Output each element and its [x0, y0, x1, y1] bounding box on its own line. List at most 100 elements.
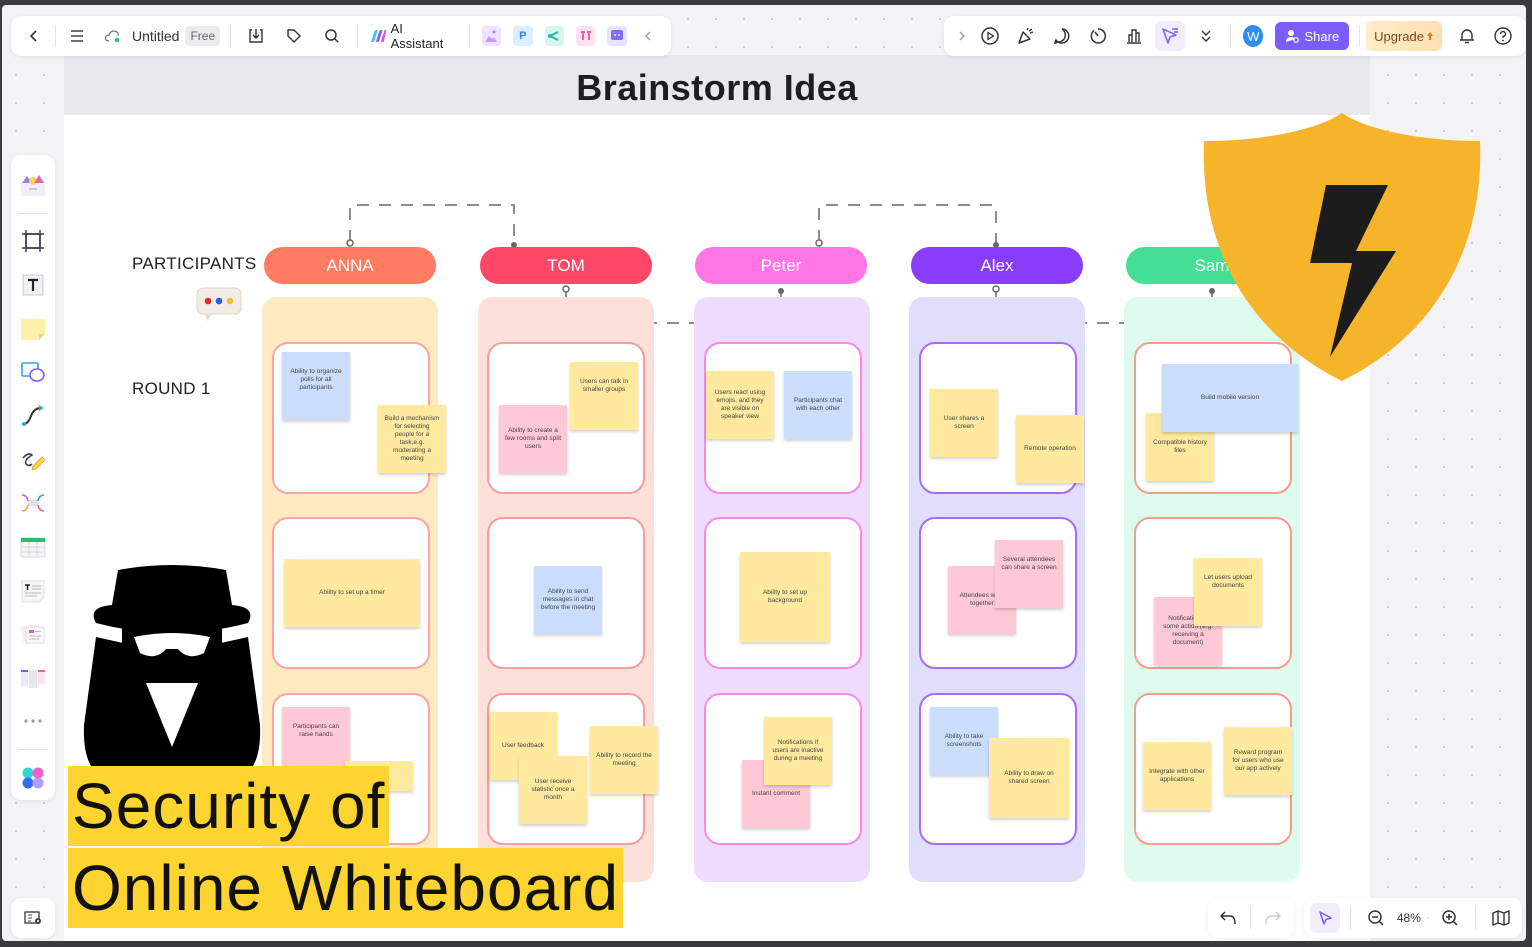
zoom-level-dropdown[interactable]: 48% — [1395, 903, 1431, 933]
image-icon — [485, 30, 498, 42]
history-controls — [1208, 898, 1294, 938]
ai-assistant-button[interactable]: AI Assistant — [364, 21, 463, 51]
undo-icon — [1220, 911, 1236, 925]
upgrade-button[interactable]: Upgrade — [1366, 21, 1442, 51]
participant-pill-anna[interactable]: ANNA — [264, 247, 436, 284]
sticky-note[interactable]: Ability to set up a timer — [284, 559, 420, 627]
notifications-button[interactable] — [1452, 21, 1482, 51]
sticky-note[interactable]: Users react using emojis, and they are v… — [706, 371, 774, 439]
frame-icon — [22, 230, 44, 253]
divider — [468, 25, 470, 47]
image-gen-app-button[interactable] — [481, 26, 502, 46]
mindmap-icon — [548, 31, 559, 41]
participant-pill-peter[interactable]: Peter — [695, 247, 867, 284]
expand-toolbar-button[interactable] — [952, 21, 972, 51]
sticky-note[interactable]: Notifications if users are inactive duri… — [764, 717, 832, 785]
participant-name: ANNA — [326, 255, 374, 275]
shapes-tool[interactable] — [16, 356, 50, 390]
sticky-note[interactable]: Ability to set up background — [740, 552, 830, 642]
board-info-button[interactable] — [11, 898, 55, 938]
search-button[interactable] — [317, 21, 347, 51]
sticky-note[interactable]: Remote operation — [1016, 415, 1084, 483]
sticky-note[interactable]: Ability to send messages in chat before … — [534, 566, 602, 634]
divider — [1475, 907, 1476, 929]
table-tool[interactable] — [16, 530, 50, 564]
kanban-tool[interactable] — [16, 661, 50, 695]
pen-tool[interactable] — [16, 443, 50, 477]
templates-tool[interactable] — [16, 168, 50, 202]
presentation-icon: P — [519, 30, 527, 42]
more-tools-button[interactable] — [1191, 21, 1221, 51]
sticky-note[interactable]: Let users upload documents — [1194, 558, 1262, 626]
sticky-note[interactable]: Participants can raise hands — [282, 707, 350, 775]
text-tool[interactable] — [16, 268, 50, 302]
mindmap-app-button[interactable] — [544, 26, 565, 46]
zoom-in-button[interactable] — [1435, 903, 1465, 933]
undo-button[interactable] — [1214, 903, 1244, 933]
participant-pill-tom[interactable]: TOM — [480, 247, 652, 284]
map-icon — [1492, 910, 1510, 926]
apps-tool[interactable] — [16, 761, 50, 795]
zoom-out-button[interactable] — [1361, 903, 1391, 933]
sticky-note[interactable]: Build a mechanism for selecting people f… — [378, 405, 446, 473]
participant-name: Alex — [980, 255, 1014, 275]
minimap-button[interactable] — [1486, 903, 1516, 933]
help-button[interactable] — [1488, 21, 1518, 51]
main-menu-button[interactable] — [62, 21, 92, 51]
divider — [1250, 907, 1251, 929]
arrow-up-icon — [1427, 32, 1433, 40]
connector-line-icon — [22, 405, 44, 426]
collapse-toolbar-button[interactable] — [633, 21, 663, 51]
flowchart-icon — [580, 31, 591, 40]
more-tools[interactable] — [16, 705, 50, 739]
table-icon — [20, 537, 46, 558]
timer-button[interactable] — [1083, 21, 1113, 51]
select-tool-button[interactable] — [1310, 903, 1340, 933]
mind-map-icon — [21, 494, 45, 513]
search-icon — [325, 29, 339, 43]
sticky-note[interactable]: Integrate with other applications — [1143, 742, 1211, 810]
tag-button[interactable] — [279, 21, 309, 51]
flowchart-app-button[interactable] — [576, 26, 596, 46]
presentation-app-button[interactable]: P — [513, 26, 533, 46]
vote-button[interactable] — [1119, 21, 1149, 51]
share-button[interactable]: Share — [1275, 22, 1350, 50]
sticky-note[interactable]: Ability to draw on shared screen — [989, 738, 1069, 818]
frame-tool[interactable] — [16, 225, 50, 259]
top-right-toolbar: W Share Upgrade — [944, 16, 1526, 56]
zoom-out-icon — [1368, 910, 1384, 926]
present-button[interactable] — [975, 21, 1005, 51]
sticky-note[interactable]: Ability to create a few rooms and split … — [499, 405, 567, 473]
sticky-note[interactable]: Participants chat with each other — [784, 371, 852, 439]
sticky-note[interactable]: User shares a screen — [930, 389, 998, 457]
sticky-note[interactable]: Reward program for users who use our app… — [1224, 727, 1292, 795]
chat-app-button[interactable] — [607, 26, 627, 46]
text-doc-tool[interactable] — [16, 574, 50, 608]
user-avatar[interactable]: W — [1242, 25, 1264, 47]
connector-tool[interactable] — [16, 399, 50, 433]
ai-assistant-label: AI Assistant — [390, 21, 444, 51]
cloud-sync-status[interactable] — [98, 21, 128, 51]
export-button[interactable] — [241, 21, 271, 51]
divider — [230, 25, 232, 47]
redo-button[interactable] — [1257, 903, 1287, 933]
plan-badge[interactable]: Free — [185, 26, 221, 46]
sticky-note[interactable]: Users can talk in smaller groups — [570, 362, 638, 430]
cards-tool[interactable] — [16, 617, 50, 651]
templates-icon — [21, 174, 45, 196]
sticky-note[interactable]: Ability to organize polls for all partic… — [282, 352, 350, 420]
sticky-note[interactable]: Several attendees can share a screen — [995, 540, 1063, 608]
follow-cursor-button[interactable] — [1155, 21, 1185, 51]
zoom-controls: 48% — [1304, 898, 1522, 938]
comment-button[interactable] — [1047, 21, 1077, 51]
sticky-note-tool[interactable] — [16, 312, 50, 346]
celebrate-button[interactable] — [1011, 21, 1041, 51]
sticky-note[interactable]: Ability to take screenshots — [930, 707, 998, 775]
back-button[interactable] — [19, 21, 49, 51]
mind-map-tool[interactable] — [16, 486, 50, 520]
participant-name: TOM — [547, 255, 585, 275]
sticky-note[interactable]: User receive statistic once a month — [519, 756, 587, 824]
sticky-note[interactable]: Ability to record the meeting — [590, 726, 658, 794]
document-title[interactable]: Untitled — [132, 28, 179, 44]
participant-pill-alex[interactable]: Alex — [911, 247, 1083, 284]
